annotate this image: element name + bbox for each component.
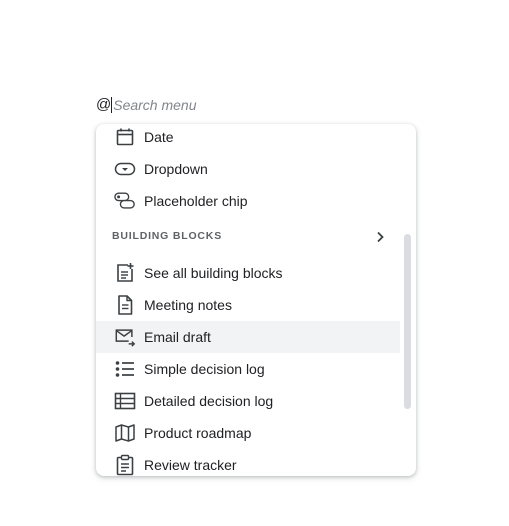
menu-item-label: Review tracker bbox=[144, 457, 237, 473]
note-add-icon bbox=[114, 262, 136, 284]
bulleted-list-icon bbox=[114, 358, 136, 380]
menu-item-detailed-decision-log[interactable]: Detailed decision log bbox=[96, 385, 400, 417]
menu-item-label: Date bbox=[144, 129, 174, 145]
menu-item-simple-decision-log[interactable]: Simple decision log bbox=[96, 353, 400, 385]
scrollbar[interactable] bbox=[402, 234, 412, 412]
clipboard-icon bbox=[114, 454, 136, 476]
menu-item-email-draft[interactable]: Email draft bbox=[96, 321, 400, 353]
table-icon bbox=[114, 390, 136, 412]
menu-item-label: Product roadmap bbox=[144, 425, 252, 441]
page: @ Date bbox=[0, 0, 509, 526]
insert-menu: Date Dropdown Placeholder chip BUILDING … bbox=[96, 124, 416, 476]
placeholder-chip-icon bbox=[114, 190, 136, 212]
menu-item-label: See all building blocks bbox=[144, 265, 283, 281]
dropdown-chip-icon bbox=[114, 158, 136, 180]
map-icon bbox=[114, 422, 136, 444]
menu-item-meeting-notes[interactable]: Meeting notes bbox=[96, 289, 400, 321]
menu-item-label: Placeholder chip bbox=[144, 193, 248, 209]
menu-item-see-all-building-blocks[interactable]: See all building blocks bbox=[96, 257, 400, 289]
scrollbar-thumb[interactable] bbox=[404, 234, 411, 409]
email-forward-icon bbox=[114, 326, 136, 348]
menu-item-label: Meeting notes bbox=[144, 297, 232, 313]
chevron-right-icon[interactable] bbox=[370, 227, 390, 247]
menu-item-label: Dropdown bbox=[144, 161, 208, 177]
calendar-icon bbox=[114, 126, 136, 148]
document-icon bbox=[114, 294, 136, 316]
menu-item-label: Detailed decision log bbox=[144, 393, 274, 409]
menu-item-date[interactable]: Date bbox=[96, 124, 400, 153]
text-caret bbox=[111, 97, 113, 113]
search-input[interactable] bbox=[113, 97, 314, 113]
menu-scroll-area[interactable]: Date Dropdown Placeholder chip BUILDING … bbox=[96, 124, 416, 476]
at-prefix: @ bbox=[96, 96, 112, 113]
menu-item-product-roadmap[interactable]: Product roadmap bbox=[96, 417, 400, 449]
menu-item-review-tracker[interactable]: Review tracker bbox=[96, 449, 400, 476]
search-row: @ bbox=[96, 95, 314, 115]
menu-item-dropdown[interactable]: Dropdown bbox=[96, 153, 400, 185]
section-header-building-blocks[interactable]: BUILDING BLOCKS bbox=[96, 221, 400, 253]
menu-item-label: Email draft bbox=[144, 329, 211, 345]
section-title: BUILDING BLOCKS bbox=[112, 230, 222, 242]
menu-item-label: Simple decision log bbox=[144, 361, 265, 377]
menu-item-placeholder-chip[interactable]: Placeholder chip bbox=[96, 185, 400, 217]
